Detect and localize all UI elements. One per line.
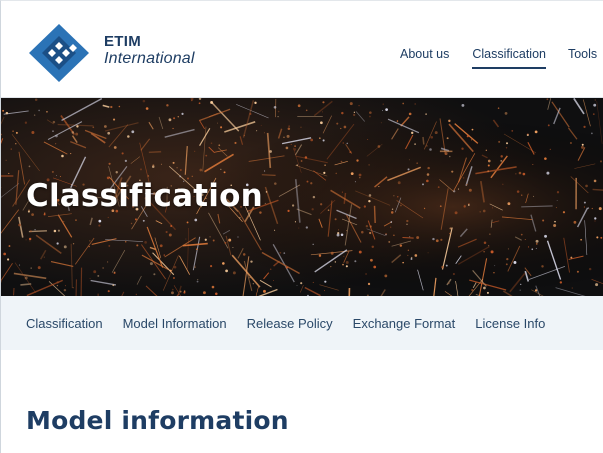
brand-name: ETIM (104, 33, 142, 50)
subnav-license-info[interactable]: License Info (475, 316, 545, 331)
nav-tools[interactable]: Tools (568, 47, 597, 61)
subnav-model-information[interactable]: Model Information (123, 316, 227, 331)
site-header: ETIM International About us Classificati… (1, 1, 603, 98)
section-subnav: Classification Model Information Release… (1, 296, 603, 350)
nav-about-us[interactable]: About us (400, 47, 449, 61)
brand-subtitle: International (104, 50, 195, 67)
brand-wordmark[interactable]: ETIM International (104, 34, 195, 67)
hero-banner: Classification (1, 98, 603, 296)
hero-title: Classification (26, 178, 263, 214)
nav-classification[interactable]: Classification (472, 47, 546, 69)
subnav-exchange-format[interactable]: Exchange Format (353, 316, 456, 331)
page: ETIM International About us Classificati… (0, 0, 603, 453)
subnav-release-policy[interactable]: Release Policy (247, 316, 333, 331)
subnav-classification[interactable]: Classification (26, 316, 103, 331)
page-heading: Model information (26, 406, 289, 435)
top-navigation: About us Classification Tools (400, 47, 597, 69)
etim-logo[interactable] (27, 24, 91, 82)
